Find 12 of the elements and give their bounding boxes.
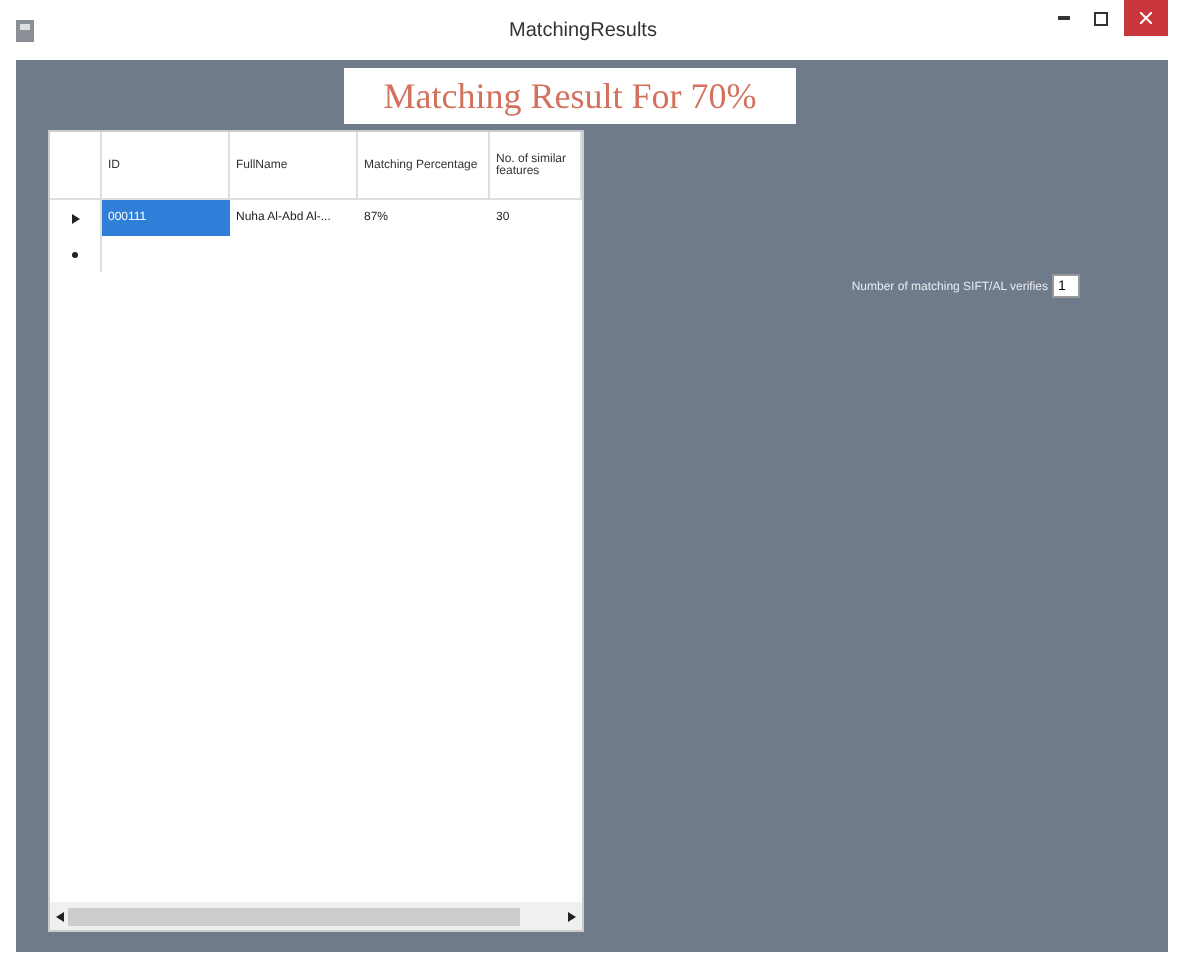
result-heading: Matching Result For 70% <box>344 68 796 124</box>
new-row-icon <box>72 251 78 257</box>
minimize-icon <box>1058 16 1070 20</box>
maximize-icon <box>1093 11 1107 25</box>
row-pointer-icon <box>71 213 79 223</box>
app-icon <box>16 19 34 41</box>
close-button[interactable] <box>1124 0 1168 36</box>
scroll-left-icon <box>56 911 64 921</box>
close-icon <box>1140 12 1152 24</box>
window-title: MatchingResults <box>507 19 659 41</box>
scroll-right-icon <box>568 911 576 921</box>
horizontal-scrollbar[interactable] <box>50 902 582 930</box>
